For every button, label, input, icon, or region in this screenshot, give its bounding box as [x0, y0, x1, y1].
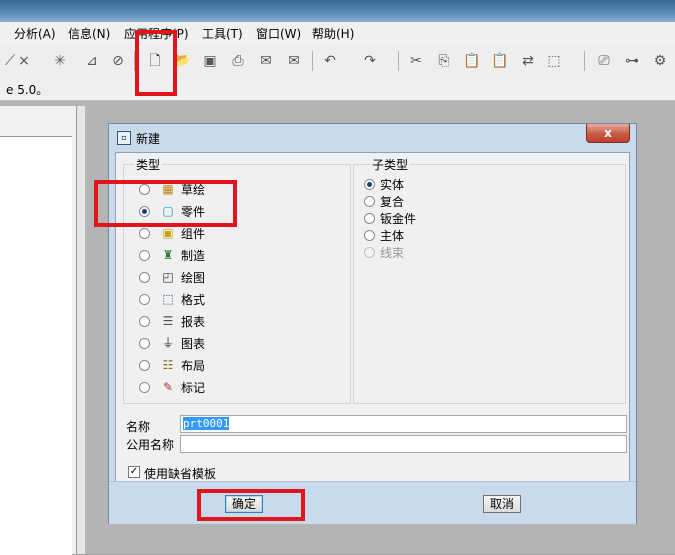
type-option-label: 布局: [181, 359, 206, 373]
analysis-icon[interactable]: ⊿: [82, 51, 102, 71]
menu-analysis[interactable]: 分析(A): [14, 25, 56, 42]
menu-info[interactable]: 信息(N): [68, 25, 110, 42]
use-default-template-label: 使用缺省模板: [144, 467, 217, 481]
menu-bar: 分析(A) 信息(N) 应用程序(P) 工具(T) 窗口(W) 帮助(H): [0, 22, 675, 45]
dialog-title: 新建: [136, 132, 161, 146]
subtype-group-label: 子类型: [370, 156, 411, 173]
menu-window[interactable]: 窗口(W): [256, 25, 301, 42]
markup-icon: ✎: [162, 380, 174, 394]
select-box-icon[interactable]: ⬚: [544, 51, 564, 71]
measure-icon[interactable]: ⊘: [108, 51, 128, 71]
report-icon: ☰: [162, 314, 174, 328]
type-radio[interactable]: [139, 338, 150, 349]
main-toolbar: ⟋ × ✳ ⊿ ⊘ 🗋 📂 ▣ ⎙ ✉ ✉ ↶ ↷ ✂ ⎘ 📋 📋 ⇄ ⬚ ⎚ …: [0, 44, 675, 79]
settings-icon[interactable]: ⚙: [650, 51, 670, 71]
cancel-button[interactable]: 取消: [483, 495, 521, 513]
type-radio[interactable]: [139, 272, 150, 283]
type-option-label: 格式: [181, 293, 206, 307]
format-icon: ⬚: [162, 292, 174, 306]
type-option-label: 报表: [181, 315, 206, 329]
drawing-icon: ◰: [162, 270, 174, 284]
redo-icon[interactable]: ↷: [360, 51, 380, 71]
save-icon[interactable]: ▣: [200, 51, 220, 71]
close-button[interactable]: x: [586, 124, 630, 143]
menu-help[interactable]: 帮助(H): [312, 25, 354, 42]
coordinate-system-icon[interactable]: ✳: [50, 51, 70, 71]
type-option-label: 组件: [181, 227, 206, 241]
email-attach-icon[interactable]: ✉: [284, 51, 304, 71]
dialog-app-icon: ▫: [117, 131, 131, 145]
model-tree[interactable]: [0, 136, 72, 555]
type-group-label: 类型: [134, 156, 163, 173]
highlight-ok-button: [197, 489, 305, 521]
diagram-icon: ⏚: [161, 336, 174, 350]
type-radio[interactable]: [139, 250, 150, 261]
subtype-option-label: 复合: [380, 195, 405, 209]
subtype-radio[interactable]: [364, 196, 375, 207]
assembly-icon: ▣: [162, 226, 174, 240]
layout-icon: ☷: [162, 358, 174, 372]
dialog-titlebar[interactable]: ▫ 新建 x: [109, 124, 636, 151]
highlight-part-option: [94, 180, 237, 227]
highlight-new-button: [135, 30, 177, 96]
cut-icon[interactable]: ✂: [406, 51, 426, 71]
send-email-icon[interactable]: ✉: [256, 51, 276, 71]
print-icon[interactable]: ⎙: [228, 51, 248, 71]
subtype-option-label: 钣金件: [380, 212, 417, 226]
paste-icon[interactable]: 📋: [462, 51, 482, 71]
name-field-value: prt0001: [183, 417, 230, 430]
panel-scrollbar[interactable]: [77, 106, 85, 554]
common-name-label: 公用名称: [126, 438, 175, 452]
model-tree-panel: [0, 106, 77, 555]
copy-icon[interactable]: ⎘: [434, 51, 454, 71]
subtype-radio: [364, 247, 375, 258]
subtype-option-label: 线束: [380, 246, 405, 260]
paste-special-icon[interactable]: 📋: [490, 51, 510, 71]
type-option-label: 图表: [181, 337, 206, 351]
type-radio[interactable]: [139, 382, 150, 393]
type-option-label: 制造: [181, 249, 206, 263]
sketch-tool-icon[interactable]: ⎚: [594, 51, 614, 71]
dialog-button-row: 确定 取消: [109, 481, 636, 524]
subtype-group: 子类型 实体复合钣金件主体线束: [353, 156, 626, 404]
subtype-radio[interactable]: [364, 230, 375, 241]
type-option-label: 绘图: [181, 271, 206, 285]
manufacturing-icon: ♜: [162, 248, 174, 262]
subtype-radio[interactable]: [364, 179, 375, 190]
undo-icon[interactable]: ↶: [320, 51, 340, 71]
status-message: e 5.0。: [6, 83, 49, 97]
datum-curve-icon[interactable]: ⊶: [622, 51, 642, 71]
regenerate-icon[interactable]: ⇄: [518, 51, 538, 71]
subtype-radio[interactable]: [364, 213, 375, 224]
common-name-field[interactable]: [180, 435, 627, 453]
use-default-template-checkbox[interactable]: ✓: [128, 466, 140, 478]
type-radio[interactable]: [139, 294, 150, 305]
window-title-strip: [0, 0, 675, 22]
subtype-option-label: 实体: [380, 178, 405, 192]
subtype-option-label: 主体: [380, 229, 405, 243]
message-area: e 5.0。: [0, 78, 675, 101]
type-option-label: 标记: [181, 381, 206, 395]
type-radio[interactable]: [139, 228, 150, 239]
name-label: 名称: [126, 420, 151, 434]
name-field[interactable]: prt0001: [180, 415, 627, 433]
datum-point-icon[interactable]: ×: [14, 51, 34, 71]
menu-tools[interactable]: 工具(T): [202, 25, 243, 42]
type-radio[interactable]: [139, 316, 150, 327]
type-radio[interactable]: [139, 360, 150, 371]
